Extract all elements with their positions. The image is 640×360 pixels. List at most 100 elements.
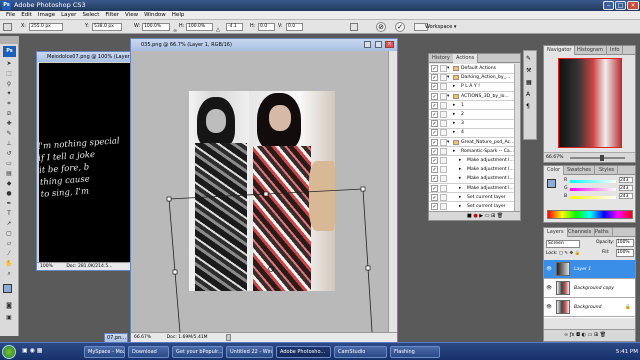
document-main-zoom[interactable]: 66.67% bbox=[134, 335, 151, 340]
action-toggle-checkbox[interactable]: ✓ bbox=[431, 166, 438, 174]
action-toggle-checkbox[interactable]: ✓ bbox=[431, 74, 438, 82]
width-field[interactable]: 100.0% bbox=[142, 23, 170, 31]
doc-minimize-icon[interactable] bbox=[364, 41, 371, 48]
eyedropper-icon[interactable]: ⁄ bbox=[3, 250, 15, 258]
dialog-toggle-icon[interactable] bbox=[440, 157, 447, 164]
action-toggle-checkbox[interactable]: ✓ bbox=[431, 111, 438, 118]
canvas-area[interactable] bbox=[131, 51, 390, 333]
x-field[interactable]: 255.0 px bbox=[29, 23, 63, 31]
stop-icon[interactable]: ■ bbox=[467, 213, 472, 219]
collapse-triangle-icon[interactable]: ▸ bbox=[459, 156, 461, 165]
dialog-toggle-icon[interactable] bbox=[440, 147, 447, 155]
menu-image[interactable]: Image bbox=[38, 12, 55, 18]
action-row[interactable]: ✓ ▸ P L A Y ! bbox=[429, 82, 515, 92]
minimized-document[interactable]: 07.pn... bbox=[104, 333, 128, 342]
taskbar-button[interactable]: Get your bPopulr... bbox=[172, 346, 223, 358]
menu-view[interactable]: View bbox=[125, 12, 138, 18]
menu-select[interactable]: Select bbox=[82, 12, 99, 18]
collapse-triangle-icon[interactable]: ▸ bbox=[453, 82, 455, 91]
collapse-triangle-icon[interactable]: ▸ bbox=[459, 193, 461, 202]
tab-swatches[interactable]: Swatches bbox=[564, 166, 595, 175]
dialog-toggle-icon[interactable] bbox=[440, 129, 447, 137]
taskbar-button[interactable]: Flashing bbox=[390, 346, 440, 358]
slider-g-value[interactable]: 243 bbox=[619, 185, 633, 191]
document-back-title[interactable]: Meiodolce07.png @ 100% (Layer 1... bbox=[37, 52, 135, 62]
angle-field[interactable]: -4.1 bbox=[226, 23, 243, 31]
navigator-zoom[interactable]: 66.67% bbox=[546, 155, 564, 160]
action-row[interactable]: ✓ ▸ Set current layer bbox=[429, 192, 515, 203]
height-field[interactable]: 100.0% bbox=[186, 23, 213, 31]
menu-file[interactable]: File bbox=[6, 12, 15, 18]
screen-mode-icon[interactable]: ▣ bbox=[3, 314, 15, 322]
taskbar-button[interactable]: CamStudio bbox=[334, 346, 387, 358]
document-window-back[interactable]: Meiodolce07.png @ 100% (Layer 1... I'm n… bbox=[36, 51, 136, 271]
magic-wand-icon[interactable]: ✦ bbox=[3, 90, 15, 98]
action-row[interactable]: ✓ ▸ Make adjustment l... bbox=[429, 183, 515, 194]
path-selection-icon[interactable]: ➚ bbox=[3, 220, 15, 228]
action-row[interactable]: ✓ ▾ ACTIONS_3D_by_lo... bbox=[429, 92, 515, 102]
tab-histogram[interactable]: Histogram bbox=[574, 46, 607, 55]
tool-presets-icon[interactable]: ⚒ bbox=[526, 67, 531, 74]
dialog-toggle-icon[interactable] bbox=[440, 92, 447, 100]
layer-thumbnail[interactable] bbox=[556, 281, 570, 295]
eye-visibility-icon[interactable]: 👁 bbox=[546, 279, 552, 298]
navigator-zoom-slider[interactable] bbox=[570, 157, 625, 159]
gradient-tool-icon[interactable]: ▤ bbox=[3, 170, 15, 178]
eraser-tool-icon[interactable]: ▭ bbox=[3, 160, 15, 168]
menu-filter[interactable]: Filter bbox=[105, 12, 119, 18]
record-icon[interactable]: ● bbox=[473, 213, 477, 219]
lasso-tool-icon[interactable]: ϙ bbox=[3, 80, 15, 88]
new-set-icon[interactable]: ▭ bbox=[485, 213, 490, 219]
new-layer-icon[interactable]: ⊞ bbox=[594, 332, 598, 338]
layer-row[interactable]: 👁 Background 🔒 bbox=[544, 298, 635, 317]
tab-history[interactable]: History bbox=[429, 54, 454, 63]
brush-tool-icon[interactable]: ✎ bbox=[3, 130, 15, 138]
dialog-toggle-icon[interactable] bbox=[440, 111, 447, 118]
expand-triangle-icon[interactable]: ▾ bbox=[447, 138, 449, 147]
move-tool-icon[interactable]: ➤ bbox=[3, 60, 15, 68]
menu-edit[interactable]: Edit bbox=[21, 12, 32, 18]
tab-info[interactable]: Info bbox=[607, 46, 624, 55]
tab-navigator[interactable]: Navigator bbox=[544, 46, 576, 55]
collapse-triangle-icon[interactable]: ▸ bbox=[459, 202, 461, 211]
navigator-thumbnail[interactable] bbox=[558, 58, 622, 148]
action-toggle-checkbox[interactable]: ✓ bbox=[431, 138, 438, 146]
warp-mode-icon[interactable] bbox=[350, 23, 358, 31]
history-brush-icon[interactable]: ↺ bbox=[3, 150, 15, 158]
taskbar-button[interactable]: MySpace - Mozill... bbox=[84, 346, 125, 358]
collapse-triangle-icon[interactable]: ▸ bbox=[459, 165, 461, 174]
foreground-color-swatch[interactable] bbox=[3, 284, 12, 293]
expand-triangle-icon[interactable]: ▾ bbox=[447, 73, 449, 82]
blend-mode-select[interactable]: Screen bbox=[546, 240, 580, 248]
slider-b-value[interactable]: 243 bbox=[619, 193, 633, 199]
eye-visibility-icon[interactable]: 👁 bbox=[546, 260, 552, 279]
new-action-icon[interactable]: ⊞ bbox=[491, 213, 495, 219]
dialog-toggle-icon[interactable] bbox=[440, 74, 447, 82]
action-row[interactable]: ✓ ▾ Great_Nature_psd_Ac... bbox=[429, 138, 515, 148]
doc-maximize-icon[interactable] bbox=[375, 41, 382, 48]
document-back-zoom[interactable]: 100% bbox=[40, 264, 53, 269]
taskbar-button[interactable]: Untitled 22 - Win... bbox=[226, 346, 273, 358]
dialog-toggle-icon[interactable] bbox=[440, 120, 447, 128]
system-clock[interactable]: 5:41 PM bbox=[608, 345, 638, 359]
paragraph-panel-icon[interactable]: ¶ bbox=[526, 103, 530, 110]
action-toggle-checkbox[interactable]: ✓ bbox=[431, 203, 438, 210]
action-toggle-checkbox[interactable]: ✓ bbox=[431, 101, 438, 109]
dialog-toggle-icon[interactable] bbox=[440, 166, 447, 174]
brushes-panel-icon[interactable]: ✎ bbox=[526, 55, 531, 62]
action-row[interactable]: ✓ ▾ Default Actions bbox=[429, 64, 515, 74]
layer-style-icon[interactable]: ƒx bbox=[570, 332, 575, 338]
cancel-transform-icon[interactable]: ⊘ bbox=[376, 22, 386, 32]
quick-mask-icon[interactable]: ◙ bbox=[3, 302, 15, 310]
action-row[interactable]: ✓ ▾ Darking_Action_by_... bbox=[429, 73, 515, 83]
notes-tool-icon[interactable]: ▱ bbox=[3, 240, 15, 248]
stamp-tool-icon[interactable]: ⊥ bbox=[3, 140, 15, 148]
workspace-menu[interactable]: Workspace ▾ bbox=[425, 20, 456, 34]
action-toggle-checkbox[interactable]: ✓ bbox=[431, 147, 438, 155]
layer-comps-icon[interactable]: ▦ bbox=[526, 79, 532, 86]
crop-tool-icon[interactable]: ⌗ bbox=[3, 100, 15, 108]
expand-triangle-icon[interactable]: ▾ bbox=[447, 92, 449, 101]
collapse-triangle-icon[interactable]: ▸ bbox=[453, 101, 455, 110]
adjustment-layer-icon[interactable]: ◐ bbox=[582, 332, 586, 338]
layer-row[interactable]: 👁 Layer 1 bbox=[544, 260, 635, 279]
